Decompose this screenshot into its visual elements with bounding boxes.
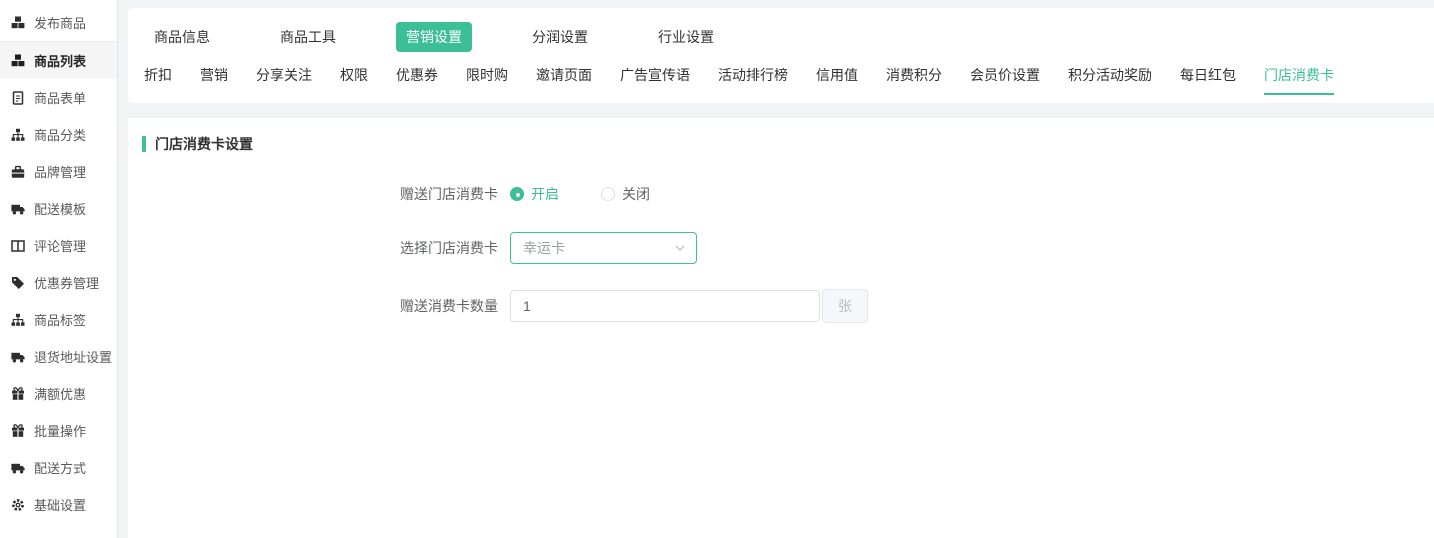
tab-product-info[interactable]: 商品信息 — [144, 22, 220, 52]
tab-coupon[interactable]: 优惠券 — [396, 65, 438, 93]
gift-card-toggle-label: 赠送门店消费卡 — [142, 184, 510, 204]
gift-icon — [11, 387, 25, 401]
tab-daily-red-packet[interactable]: 每日红包 — [1180, 65, 1236, 93]
tab-share-follow[interactable]: 分享关注 — [256, 65, 312, 93]
sitemap-icon — [11, 313, 25, 327]
sidebar-item-label: 评论管理 — [34, 236, 86, 255]
tab-discount[interactable]: 折扣 — [144, 65, 172, 93]
content-panel: 门店消费卡设置 赠送门店消费卡 开启 关闭 选择门店消费卡 — [128, 118, 1434, 538]
tab-ad-slogan[interactable]: 广告宣传语 — [620, 65, 690, 93]
qty-input[interactable] — [510, 290, 820, 322]
tab-store-consumption-card[interactable]: 门店消费卡 — [1264, 65, 1334, 95]
cubes-icon — [11, 54, 25, 68]
radio-off[interactable]: 关闭 — [601, 184, 650, 204]
columns-icon — [11, 239, 25, 253]
radio-off-label: 关闭 — [622, 184, 650, 204]
sidebar-item-delivery-template[interactable]: 配送模板 — [0, 190, 117, 227]
qty-input-group: 张 — [510, 289, 868, 323]
sidebar-item-return-address-settings[interactable]: 退货地址设置 — [0, 338, 117, 375]
sidebar: 发布商品 商品列表 商品表单 商品分类 品牌管理 配送模板 — [0, 0, 118, 538]
store-card-select-value: 幸运卡 — [523, 238, 565, 258]
select-card-label: 选择门店消费卡 — [142, 238, 510, 258]
chevron-down-icon — [674, 242, 686, 254]
qty-unit-suffix: 张 — [822, 289, 868, 323]
tab-marketing-settings[interactable]: 营销设置 — [396, 22, 472, 52]
section-header: 门店消费卡设置 — [142, 134, 1434, 154]
sidebar-item-product-list[interactable]: 商品列表 — [0, 42, 117, 79]
cubes-icon — [11, 16, 25, 30]
tab-consumption-points[interactable]: 消费积分 — [886, 65, 942, 93]
sidebar-item-label: 批量操作 — [34, 421, 86, 440]
gift-card-radio-group: 开启 关闭 — [510, 184, 650, 204]
qty-row: 赠送消费卡数量 张 — [142, 289, 1434, 323]
gift-card-toggle-row: 赠送门店消费卡 开启 关闭 — [142, 184, 1434, 204]
sidebar-item-label: 商品表单 — [34, 88, 86, 107]
sidebar-item-label: 基础设置 — [34, 495, 86, 514]
briefcase-icon — [11, 165, 25, 179]
radio-on-label: 开启 — [531, 184, 559, 204]
truck-icon — [11, 350, 25, 364]
radio-on[interactable]: 开启 — [510, 184, 559, 204]
tab-industry-settings[interactable]: 行业设置 — [648, 22, 724, 52]
tabs-panel: 商品信息 商品工具 营销设置 分润设置 行业设置 折扣 营销 分享关注 权限 优… — [128, 8, 1434, 103]
sidebar-item-label: 优惠券管理 — [34, 273, 99, 292]
sitemap-icon — [11, 128, 25, 142]
sidebar-item-full-discount[interactable]: 满额优惠 — [0, 375, 117, 412]
tab-credit-value[interactable]: 信用值 — [816, 65, 858, 93]
tab-invite-page[interactable]: 邀请页面 — [536, 65, 592, 93]
truck-icon — [11, 202, 25, 216]
tab-member-price-settings[interactable]: 会员价设置 — [970, 65, 1040, 93]
document-icon — [11, 91, 25, 105]
sidebar-item-label: 商品标签 — [34, 310, 86, 329]
sidebar-item-comment-management[interactable]: 评论管理 — [0, 227, 117, 264]
qty-label: 赠送消费卡数量 — [142, 296, 510, 316]
radio-on-dot[interactable] — [510, 187, 524, 201]
sidebar-item-basic-settings[interactable]: 基础设置 — [0, 486, 117, 523]
sidebar-item-label: 品牌管理 — [34, 162, 86, 181]
sidebar-item-label: 商品列表 — [34, 51, 86, 70]
select-card-row: 选择门店消费卡 幸运卡 — [142, 232, 1434, 264]
main-area: 商品信息 商品工具 营销设置 分润设置 行业设置 折扣 营销 分享关注 权限 优… — [118, 0, 1434, 538]
sidebar-item-product-form[interactable]: 商品表单 — [0, 79, 117, 116]
sidebar-item-coupon-management[interactable]: 优惠券管理 — [0, 264, 117, 301]
truck-icon — [11, 461, 25, 475]
tag-icon — [11, 276, 25, 290]
secondary-tab-bar: 折扣 营销 分享关注 权限 优惠券 限时购 邀请页面 广告宣传语 活动排行榜 信… — [144, 65, 1434, 95]
tab-profit-sharing-settings[interactable]: 分润设置 — [522, 22, 598, 52]
section-title: 门店消费卡设置 — [155, 134, 253, 154]
tab-permissions[interactable]: 权限 — [340, 65, 368, 93]
sidebar-item-brand-management[interactable]: 品牌管理 — [0, 153, 117, 190]
tab-product-tools[interactable]: 商品工具 — [270, 22, 346, 52]
sidebar-item-publish-product[interactable]: 发布商品 — [0, 4, 117, 41]
section-accent-bar — [142, 136, 146, 152]
gift-icon — [11, 424, 25, 438]
sidebar-item-label: 满额优惠 — [34, 384, 86, 403]
store-card-select[interactable]: 幸运卡 — [510, 232, 697, 264]
sidebar-item-label: 发布商品 — [34, 13, 86, 32]
sidebar-item-delivery-method[interactable]: 配送方式 — [0, 449, 117, 486]
tab-flash-sale[interactable]: 限时购 — [466, 65, 508, 93]
radio-off-dot[interactable] — [601, 187, 615, 201]
panel-gap — [128, 103, 1434, 118]
sidebar-item-label: 配送方式 — [34, 458, 86, 477]
sidebar-item-label: 退货地址设置 — [34, 347, 112, 366]
tab-activity-ranking[interactable]: 活动排行榜 — [718, 65, 788, 93]
sidebar-item-label: 配送模板 — [34, 199, 86, 218]
sidebar-item-batch-operations[interactable]: 批量操作 — [0, 412, 117, 449]
tab-marketing[interactable]: 营销 — [200, 65, 228, 93]
store-card-settings-form: 赠送门店消费卡 开启 关闭 选择门店消费卡 幸运卡 — [142, 184, 1434, 323]
sidebar-item-product-tags[interactable]: 商品标签 — [0, 301, 117, 338]
tab-points-activity-reward[interactable]: 积分活动奖励 — [1068, 65, 1152, 93]
sidebar-item-label: 商品分类 — [34, 125, 86, 144]
gear-icon — [11, 498, 25, 512]
primary-tab-bar: 商品信息 商品工具 营销设置 分润设置 行业设置 — [144, 22, 1434, 52]
sidebar-item-product-category[interactable]: 商品分类 — [0, 116, 117, 153]
